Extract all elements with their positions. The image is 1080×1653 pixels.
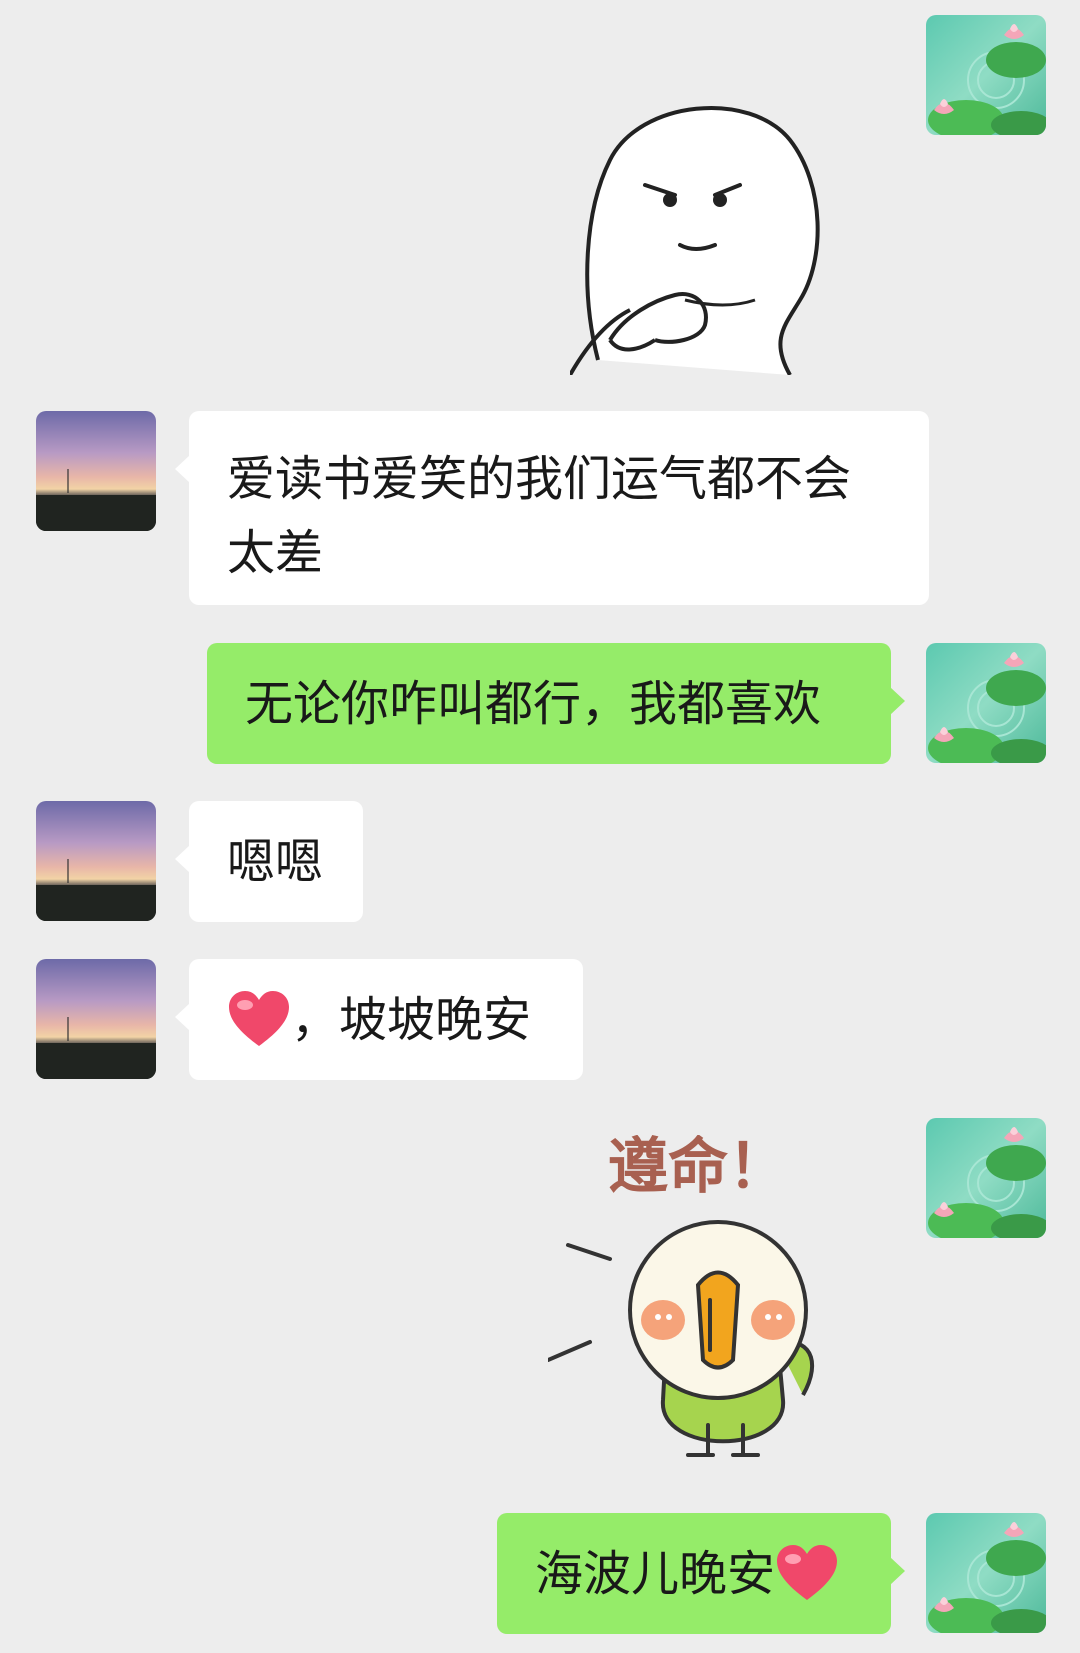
message-bubble-incoming[interactable]: 爱读书爱笑的我们运气都不会太差 — [175, 411, 929, 605]
message-bubble-outgoing[interactable]: 无论你咋叫都行，我都喜欢 — [207, 643, 905, 764]
sunset-field-icon — [36, 959, 156, 1079]
message-text: 爱读书爱笑的我们运气都不会太差 — [227, 451, 852, 581]
smug-face-sticker[interactable] — [570, 90, 840, 375]
my-avatar[interactable] — [926, 1513, 1046, 1633]
message-text: 海波儿晚安 — [535, 1546, 776, 1602]
lotus-pond-icon — [926, 1513, 1046, 1633]
sunset-field-icon — [36, 411, 156, 531]
message-text: 嗯嗯 — [227, 834, 324, 890]
message-text: ，坡坡晚安 — [291, 992, 532, 1048]
lotus-pond-icon — [926, 1118, 1046, 1238]
message-bubble-incoming[interactable]: ，坡坡晚安 — [175, 959, 583, 1080]
message-text: 无论你咋叫都行，我都喜欢 — [245, 676, 822, 732]
red-heart-icon — [229, 991, 289, 1046]
friend-avatar[interactable] — [36, 411, 156, 531]
my-avatar[interactable] — [926, 15, 1046, 135]
lotus-pond-icon — [926, 15, 1046, 135]
lotus-pond-icon — [926, 643, 1046, 763]
friend-avatar[interactable] — [36, 959, 156, 1079]
message-bubble-outgoing[interactable]: 海波儿晚安 — [497, 1513, 905, 1634]
my-avatar[interactable] — [926, 1118, 1046, 1238]
sunset-field-icon — [36, 801, 156, 921]
friend-avatar[interactable] — [36, 801, 156, 921]
sticker-caption: 遵命！ — [608, 1135, 788, 1202]
parrot-sticker[interactable]: 遵命！ — [548, 1135, 848, 1470]
red-heart-icon — [777, 1545, 838, 1600]
message-bubble-incoming[interactable]: 嗯嗯 — [175, 801, 363, 922]
my-avatar[interactable] — [926, 643, 1046, 763]
